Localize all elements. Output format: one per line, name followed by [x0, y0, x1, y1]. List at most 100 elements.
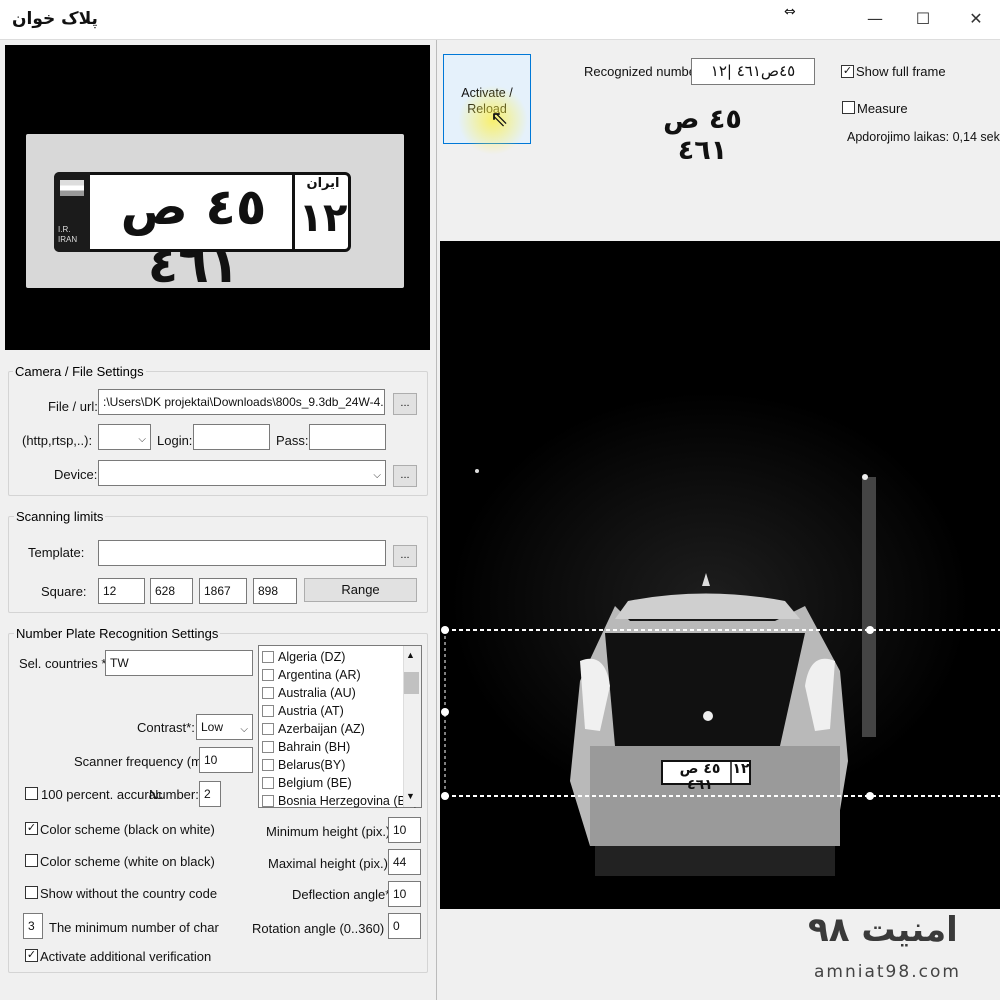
checkbox[interactable] — [262, 651, 274, 663]
protocol-label: (http,rtsp,..): — [22, 433, 93, 448]
scanning-limits-title: Scanning limits — [14, 509, 106, 524]
checkbox[interactable] — [262, 723, 274, 735]
watermark-logo: امنیت ۹۸ — [808, 910, 958, 950]
window-title: پلاک خوان — [12, 9, 98, 29]
iran-flag-icon — [60, 180, 84, 196]
color-bw-checkbox[interactable]: ✓ — [25, 822, 38, 835]
number-input[interactable]: 2 — [199, 781, 221, 807]
scroll-down-icon[interactable]: ▼ — [406, 791, 415, 801]
checkbox[interactable] — [262, 795, 274, 807]
resize-icon[interactable]: ⇔ — [784, 4, 796, 20]
file-url-input[interactable]: :\Users\DK projektai\Downloads\800s_9.3d… — [98, 389, 385, 415]
color-wb-checkbox[interactable] — [25, 854, 38, 867]
no-country-code-label: Show without the country code — [40, 886, 218, 901]
square-y1-input[interactable]: 628 — [150, 578, 193, 604]
recognized-number-field[interactable]: ٤٥ص٤٦١ |١٢ — [691, 58, 815, 85]
country-label: Algeria (DZ) — [278, 650, 346, 664]
measure-checkbox[interactable] — [842, 101, 855, 114]
device-select[interactable]: ⌵ — [98, 460, 386, 486]
deflection-angle-input[interactable]: 10 — [388, 881, 421, 907]
countries-input[interactable]: TW — [105, 650, 253, 676]
checkbox[interactable] — [262, 705, 274, 717]
scanner-frequency-input[interactable]: 10 — [199, 747, 253, 773]
country-label: Bahrain (BH) — [278, 740, 351, 754]
video-plate-number: ٤٥ ص ٤٦١ — [679, 761, 721, 793]
title-bar — [0, 0, 1000, 40]
login-label: Login: — [157, 433, 193, 448]
scanner-frequency-label: Scanner frequency (ms) — [74, 754, 213, 769]
recognized-number-label: Recognized number: — [584, 64, 704, 79]
list-item[interactable]: Argentina (AR) — [262, 666, 361, 684]
list-item[interactable]: Algeria (DZ) — [262, 648, 345, 666]
list-item[interactable]: Bosnia Herzegovina (BA) — [262, 792, 418, 810]
list-item[interactable]: Belgium (BE) — [262, 774, 352, 792]
accuracy-checkbox[interactable] — [25, 787, 38, 800]
close-button[interactable]: ✕ — [953, 4, 999, 32]
min-height-input[interactable]: 10 — [388, 817, 421, 843]
checkbox[interactable] — [262, 687, 274, 699]
contrast-value: Low — [201, 720, 224, 734]
show-full-frame-checkbox[interactable]: ✓ — [841, 65, 854, 78]
template-label: Template: — [28, 545, 85, 560]
checkbox[interactable] — [262, 759, 274, 771]
browse-device-button[interactable]: ... — [393, 465, 417, 487]
list-item[interactable]: Azerbaijan (AZ) — [262, 720, 365, 738]
chevron-down-icon: ⌵ — [138, 434, 146, 445]
square-x1-input[interactable]: 12 — [98, 578, 145, 604]
square-y2-input[interactable]: 898 — [253, 578, 297, 604]
list-item[interactable]: Austria (AT) — [262, 702, 344, 720]
browse-template-button[interactable]: ... — [393, 545, 417, 567]
device-label: Device: — [54, 467, 98, 482]
chevron-down-icon: ⌵ — [240, 724, 248, 735]
checkbox[interactable] — [262, 669, 274, 681]
minimize-button[interactable]: — — [852, 4, 898, 32]
additional-verification-label: Activate additional verification — [40, 949, 212, 964]
pass-input[interactable] — [309, 424, 386, 450]
max-height-label: Maximal height (pix.)*: — [268, 856, 397, 871]
chevron-down-icon: ⌵ — [373, 470, 381, 481]
protocol-select[interactable]: ⌵ — [98, 424, 151, 450]
login-input[interactable] — [193, 424, 270, 450]
min-char-input[interactable]: 3 — [23, 913, 43, 939]
list-scrollbar[interactable] — [403, 646, 421, 807]
browse-file-button[interactable]: ... — [393, 393, 417, 415]
checkbox[interactable] — [262, 777, 274, 789]
color-bw-label: Color scheme (black on white) — [40, 822, 215, 837]
video-frame: ٤٥ ص ٤٦١ ١٢ — [440, 241, 1000, 909]
min-height-label: Minimum height (pix.)*: — [266, 824, 399, 839]
number-label: Number: — [149, 787, 199, 802]
scrollbar-thumb[interactable] — [404, 672, 419, 694]
country-label: Belarus(BY) — [278, 758, 346, 772]
list-item[interactable]: Belarus(BY) — [262, 756, 345, 774]
camera-settings-title: Camera / File Settings — [13, 364, 146, 379]
countries-label: Sel. countries *: — [19, 656, 111, 671]
accuracy-label: 100 percent. accurac — [41, 787, 163, 802]
contrast-select[interactable]: Low ⌵ — [196, 714, 253, 740]
show-full-frame-label: Show full frame — [856, 64, 946, 79]
color-wb-label: Color scheme (white on black) — [40, 854, 215, 869]
template-input[interactable] — [98, 540, 386, 566]
npr-settings-title: Number Plate Recognition Settings — [14, 626, 221, 641]
maximize-button[interactable]: ☐ — [900, 4, 946, 32]
square-label: Square: — [41, 584, 87, 599]
mouse-cursor-icon: ⇖ — [490, 106, 509, 131]
contrast-label: Contrast*: — [137, 720, 195, 735]
rotation-angle-input[interactable]: 0 — [388, 913, 421, 939]
additional-verification-checkbox[interactable]: ✓ — [25, 949, 38, 962]
plate-region-number: ١٢ — [298, 195, 348, 241]
list-item[interactable]: Australia (AU) — [262, 684, 356, 702]
max-height-input[interactable]: 44 — [388, 849, 421, 875]
car-scene — [440, 241, 1000, 909]
checkbox[interactable] — [262, 741, 274, 753]
square-x2-input[interactable]: 1867 — [199, 578, 247, 604]
country-label: Azerbaijan (AZ) — [278, 722, 365, 736]
list-item[interactable]: Bahrain (BH) — [262, 738, 350, 756]
video-plate-region: ١٢ — [732, 761, 750, 777]
country-label: Austria (AT) — [278, 704, 344, 718]
scroll-up-icon[interactable]: ▲ — [406, 650, 415, 660]
range-button[interactable]: Range — [304, 578, 417, 602]
no-country-code-checkbox[interactable] — [25, 886, 38, 899]
measure-label: Measure — [857, 101, 908, 116]
plate-region-name: ایران — [306, 176, 340, 191]
min-char-label: The minimum number of char — [49, 920, 219, 935]
